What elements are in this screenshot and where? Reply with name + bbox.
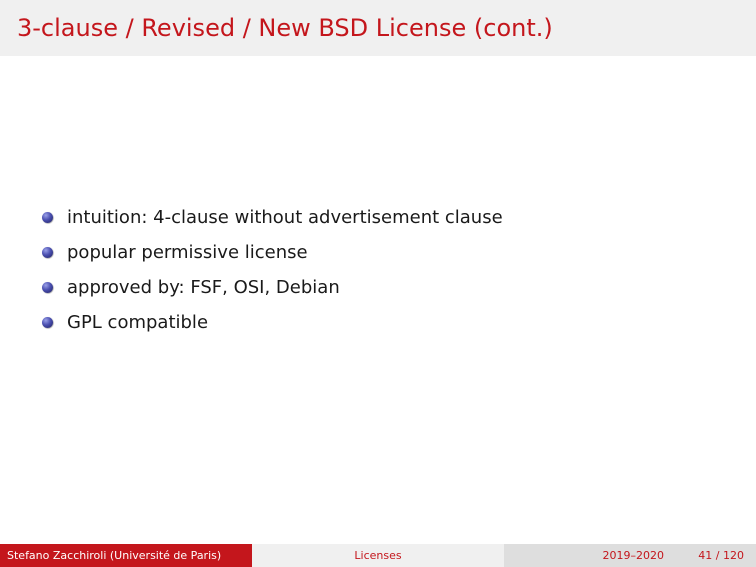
footer-right-panel: 2019–2020 41 / 120: [504, 544, 756, 567]
bullet-icon: [42, 212, 53, 223]
footer-page-number: 41 / 120: [698, 549, 744, 562]
footer-author: Stefano Zacchiroli (Université de Paris): [0, 544, 252, 567]
bullet-list: intuition: 4-clause without advertisemen…: [0, 0, 756, 567]
footer-section: Licenses: [252, 544, 504, 567]
bullet-item: approved by: FSF, OSI, Debian: [42, 275, 742, 301]
bullet-item: popular permissive license: [42, 240, 742, 266]
bullet-text: GPL compatible: [67, 312, 209, 333]
footer-date: 2019–2020: [602, 549, 665, 562]
bullet-item: GPL compatible: [42, 310, 742, 336]
bullet-icon: [42, 317, 53, 328]
bullet-text: intuition: 4-clause without advertisemen…: [67, 207, 503, 228]
slide-footer: Stefano Zacchiroli (Université de Paris)…: [0, 544, 756, 567]
bullet-text: approved by: FSF, OSI, Debian: [67, 277, 340, 298]
bullet-icon: [42, 282, 53, 293]
bullet-text: popular permissive license: [67, 242, 308, 263]
bullet-item: intuition: 4-clause without advertisemen…: [42, 205, 742, 231]
bullet-icon: [42, 247, 53, 258]
